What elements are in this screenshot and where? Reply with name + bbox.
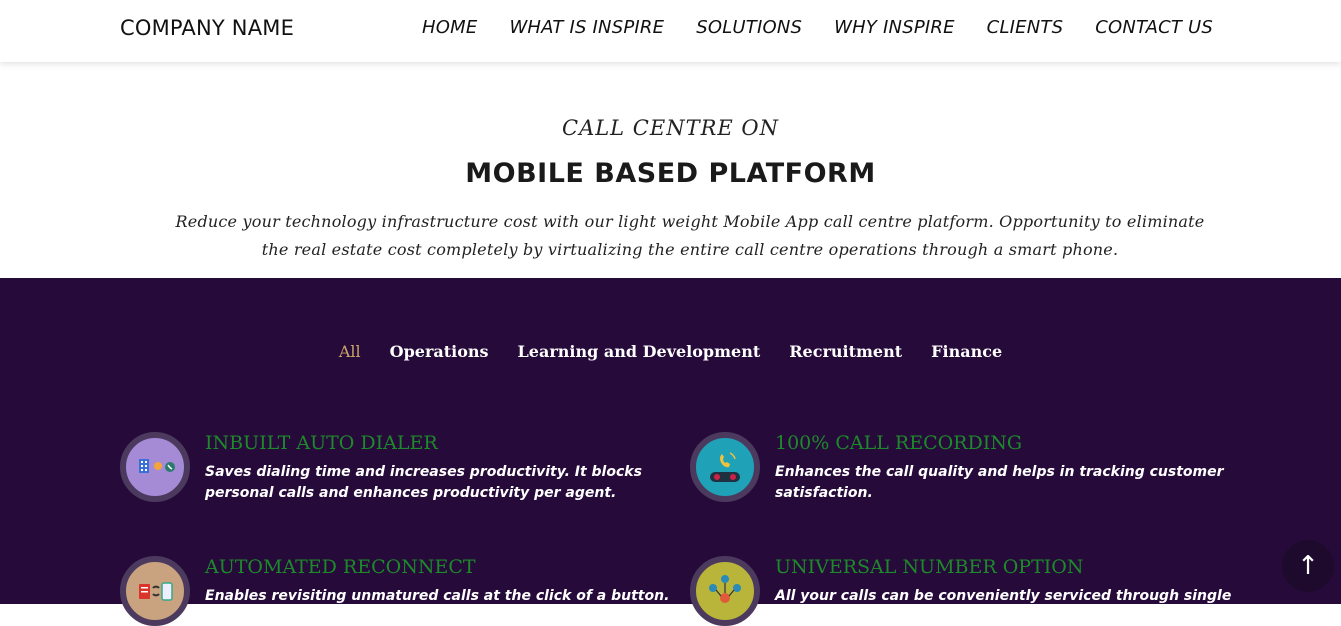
nav-solutions[interactable]: SOLUTIONS (696, 17, 802, 38)
nav-what-is-inspire[interactable]: WHAT IS INSPIRE (509, 17, 664, 38)
call-recording-icon (690, 432, 760, 502)
filter-all[interactable]: All (339, 342, 361, 361)
nav-home[interactable]: HOME (422, 17, 477, 38)
filter-learning-development[interactable]: Learning and Development (518, 342, 761, 361)
dialer-icon (120, 432, 190, 502)
main-nav: HOME WHAT IS INSPIRE SOLUTIONS WHY INSPI… (422, 17, 1213, 38)
scroll-to-top-button[interactable]: ↑ (1282, 540, 1334, 592)
feature-description: Saves dialing time and increases product… (205, 464, 642, 501)
feature-description: Enhances the call quality and helps in t… (775, 464, 1224, 501)
hero-description: Reduce your technology infrastructure co… (175, 212, 1205, 259)
nav-why-inspire[interactable]: WHY INSPIRE (834, 17, 955, 38)
feature-title: UNIVERSAL NUMBER OPTION (775, 556, 1084, 578)
site-header: COMPANY NAME HOME WHAT IS INSPIRE SOLUTI… (0, 0, 1341, 62)
features-section: All Operations Learning and Development … (0, 278, 1341, 626)
filter-tabs: All Operations Learning and Development … (0, 342, 1341, 361)
filter-operations[interactable]: Operations (390, 342, 489, 361)
nav-contact-us[interactable]: CONTACT US (1095, 17, 1213, 38)
reconnect-icon (120, 556, 190, 626)
feature-title: 100% CALL RECORDING (775, 432, 1023, 454)
hero-section: CALL CENTRE ON MOBILE BASED PLATFORM Red… (0, 62, 1341, 278)
hero-title: MOBILE BASED PLATFORM (465, 158, 876, 189)
nav-clients[interactable]: CLIENTS (987, 17, 1064, 38)
network-icon (690, 556, 760, 626)
company-logo[interactable]: COMPANY NAME (120, 16, 294, 40)
feature-title: AUTOMATED RECONNECT (205, 556, 476, 578)
filter-recruitment[interactable]: Recruitment (789, 342, 902, 361)
feature-title: INBUILT AUTO DIALER (205, 432, 438, 454)
hero-pretitle: CALL CENTRE ON (562, 116, 779, 140)
filter-finance[interactable]: Finance (931, 342, 1002, 361)
